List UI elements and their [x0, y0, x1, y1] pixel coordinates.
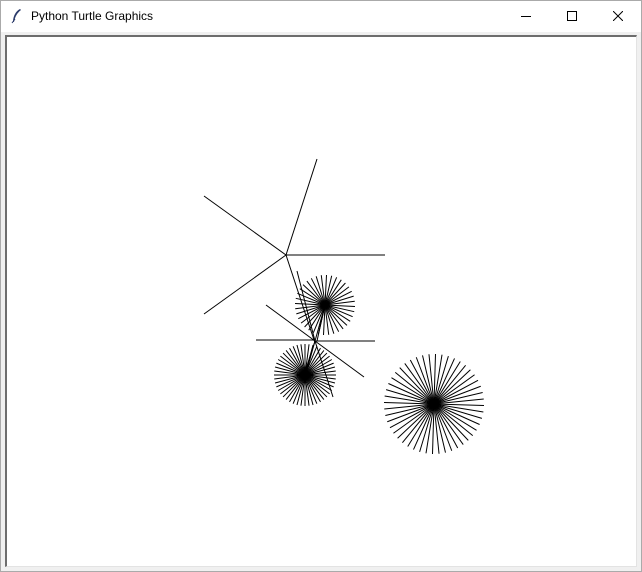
minimize-icon: [521, 8, 531, 26]
close-icon: [612, 8, 624, 26]
feather-icon: [9, 8, 25, 24]
turtle-stroke: [285, 158, 318, 256]
turtle-drawing: [203, 158, 484, 454]
maximize-icon: [567, 8, 577, 26]
title-bar[interactable]: Python Turtle Graphics: [1, 1, 641, 32]
turtle-stroke: [296, 270, 316, 342]
turtle-stroke: [314, 340, 334, 398]
turtle-stroke: [203, 195, 287, 256]
minimize-button[interactable]: [503, 1, 549, 32]
turtle-window: Python Turtle Graphics: [0, 0, 642, 572]
turtle-stroke: [203, 254, 287, 315]
turtle-stroke: [314, 340, 365, 378]
turtle-canvas-area[interactable]: [5, 35, 637, 567]
maximize-button[interactable]: [549, 1, 595, 32]
window-title: Python Turtle Graphics: [31, 9, 154, 23]
close-button[interactable]: [595, 1, 641, 32]
